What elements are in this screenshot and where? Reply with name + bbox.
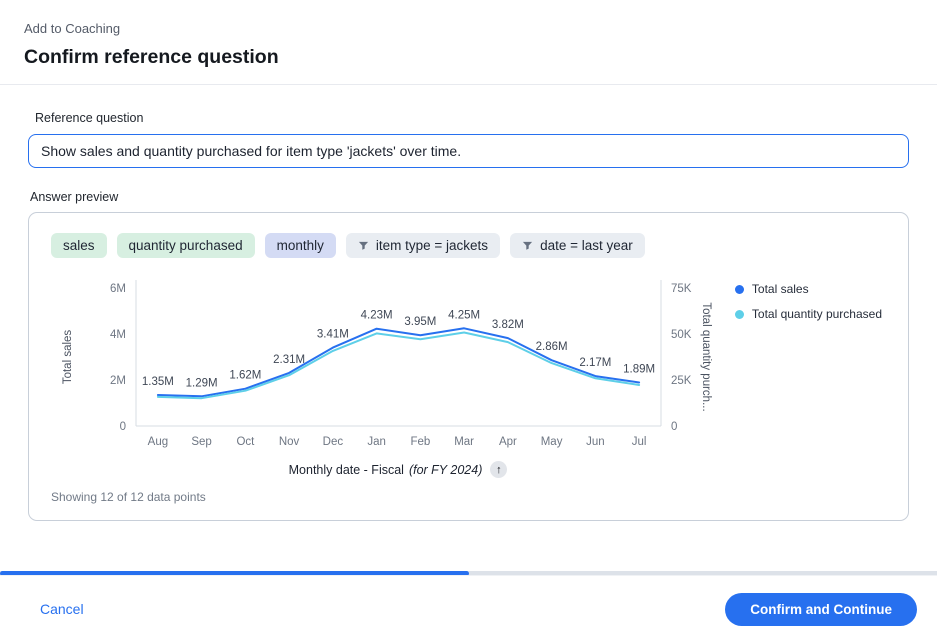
token-label: item type = jackets [376,238,488,253]
chart-svg[interactable]: 0 2M 4M 6M 0 25K 50K 75K Aug Sep Oct Nov Dec Jan Feb Ma… [51,274,713,452]
token-quantity-purchased[interactable]: quantity purchased [117,233,255,258]
svg-text:Jun: Jun [586,436,605,448]
svg-text:1.29M: 1.29M [186,377,218,389]
svg-text:Jan: Jan [367,436,386,448]
svg-text:Mar: Mar [454,436,474,448]
cancel-button[interactable]: Cancel [40,601,84,617]
svg-text:1.62M: 1.62M [229,370,261,382]
answer-preview-label: Answer preview [30,190,909,204]
svg-text:75K: 75K [671,283,692,295]
svg-text:Aug: Aug [148,436,168,448]
sort-ascending-icon[interactable]: ↑ [490,461,507,478]
svg-text:4M: 4M [110,329,126,341]
reference-question-label: Reference question [35,111,909,125]
reference-question-input[interactable] [28,134,909,168]
token-label: monthly [277,238,324,253]
legend-dot-cyan [735,310,744,319]
chart-wrap: 0 2M 4M 6M 0 25K 50K 75K Aug Sep Oct Nov Dec Jan Feb Ma… [51,274,713,478]
token-label: quantity purchased [129,238,243,253]
dialog-body: Reference question Answer preview sales … [0,85,937,571]
svg-text:1.89M: 1.89M [623,364,655,376]
svg-text:Nov: Nov [279,436,300,448]
filter-icon [522,240,533,251]
svg-text:3.82M: 3.82M [492,319,524,331]
x-axis-title: Monthly date - Fiscal (for FY 2024) ↑ [67,461,729,478]
dialog-header: Add to Coaching Confirm reference questi… [0,0,937,84]
svg-text:2.31M: 2.31M [273,354,305,366]
legend-total-quantity-purchased[interactable]: Total quantity purchased [735,307,882,321]
svg-text:50K: 50K [671,329,692,341]
svg-text:2.86M: 2.86M [536,341,568,353]
chart-area: 0 2M 4M 6M 0 25K 50K 75K Aug Sep Oct Nov Dec Jan Feb Ma… [51,274,886,478]
svg-text:2.17M: 2.17M [579,357,611,369]
token-list: sales quantity purchased monthly item ty… [51,233,886,258]
svg-text:Sep: Sep [191,436,211,448]
confirm-reference-dialog: Add to Coaching Confirm reference questi… [0,0,937,642]
svg-text:1.35M: 1.35M [142,376,174,388]
svg-text:Jul: Jul [632,436,647,448]
legend-total-sales[interactable]: Total sales [735,282,882,296]
x-axis-title-text: Monthly date - Fiscal [289,463,404,477]
token-sales[interactable]: sales [51,233,107,258]
svg-text:Oct: Oct [236,436,255,448]
confirm-and-continue-button[interactable]: Confirm and Continue [725,593,917,626]
token-monthly[interactable]: monthly [265,233,336,258]
svg-text:4.23M: 4.23M [361,310,393,322]
svg-text:0: 0 [671,421,677,433]
svg-text:3.95M: 3.95M [404,316,436,328]
svg-text:0: 0 [120,421,126,433]
token-label: sales [63,238,95,253]
legend-dot-blue [735,285,744,294]
svg-text:3.41M: 3.41M [317,329,349,341]
token-label: date = last year [540,238,633,253]
svg-text:Apr: Apr [499,436,517,448]
filter-date[interactable]: date = last year [510,233,645,258]
svg-text:4.25M: 4.25M [448,309,480,321]
data-points-count: Showing 12 of 12 data points [51,490,886,504]
chart-legend: Total sales Total quantity purchased [735,274,882,478]
svg-text:Dec: Dec [323,436,344,448]
svg-text:Feb: Feb [410,436,430,448]
x-axis-title-suffix: (for FY 2024) [409,463,482,477]
svg-text:25K: 25K [671,375,692,387]
svg-text:Total quantity purch...: Total quantity purch... [700,302,712,411]
breadcrumb: Add to Coaching [24,21,913,36]
svg-text:2M: 2M [110,375,126,387]
svg-text:Total sales: Total sales [62,330,74,385]
dialog-footer: Cancel Confirm and Continue [0,576,937,642]
filter-icon [358,240,369,251]
page-title: Confirm reference question [24,46,913,69]
legend-label: Total sales [752,282,809,296]
svg-text:May: May [541,436,563,448]
svg-text:6M: 6M [110,283,126,295]
answer-preview-panel: sales quantity purchased monthly item ty… [28,212,909,521]
legend-label: Total quantity purchased [752,307,882,321]
filter-item-type[interactable]: item type = jackets [346,233,500,258]
